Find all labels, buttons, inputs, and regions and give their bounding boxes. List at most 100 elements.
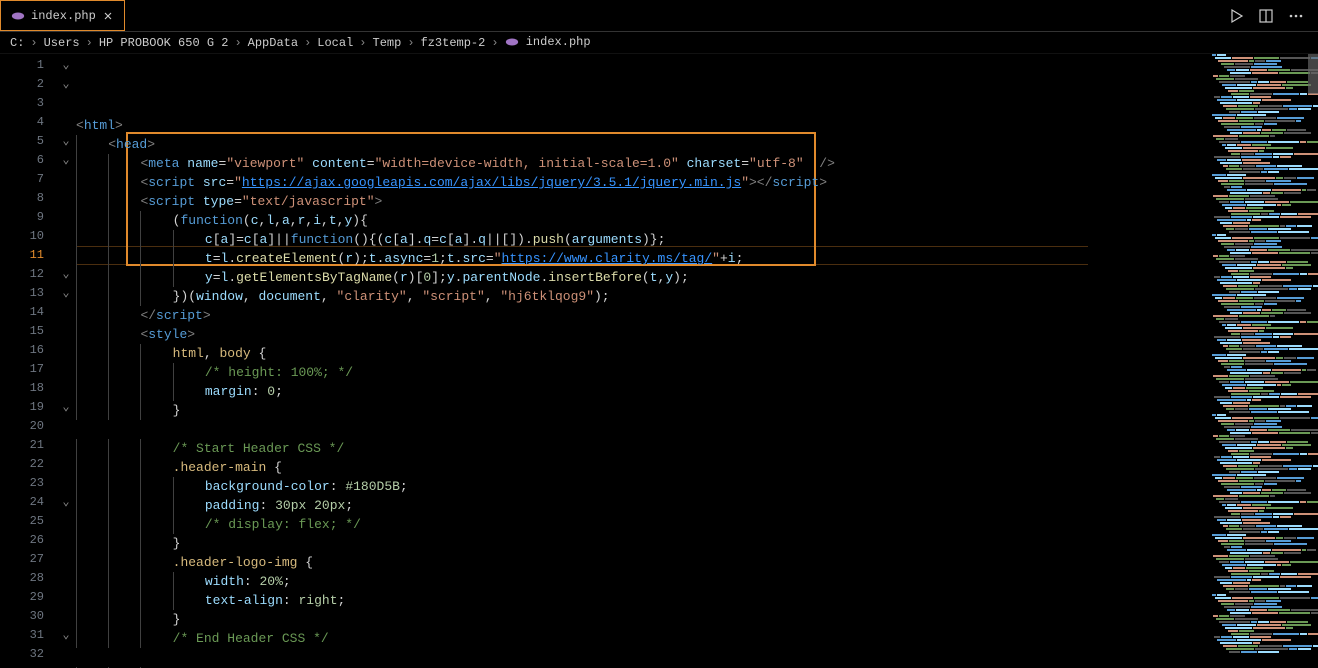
fold-toggle[interactable]: ⌄ (56, 56, 76, 75)
code-line[interactable]: <script src="https://ajax.googleapis.com… (76, 173, 1208, 192)
fold-toggle[interactable]: ⌄ (56, 626, 76, 645)
code-line[interactable]: width: 20%; (76, 572, 1208, 591)
code-line[interactable]: <style> (76, 325, 1208, 344)
line-number: 6 (0, 151, 56, 170)
line-number: 12 (0, 265, 56, 284)
fold-toggle[interactable]: ⌄ (56, 284, 76, 303)
more-actions-icon[interactable] (1288, 8, 1304, 24)
fold-toggle[interactable]: ⌄ (56, 265, 76, 284)
line-number: 23 (0, 474, 56, 493)
breadcrumb-segment[interactable]: C: (10, 36, 24, 50)
code-line[interactable]: <html> (76, 116, 1208, 135)
line-number: 29 (0, 588, 56, 607)
code-line[interactable]: } (76, 401, 1208, 420)
code-area[interactable]: <html> <head> <meta name="viewport" cont… (76, 54, 1208, 668)
code-line[interactable]: <head> (76, 135, 1208, 154)
fold-toggle[interactable]: ⌄ (56, 132, 76, 151)
line-number: 25 (0, 512, 56, 531)
tab-label: index.php (31, 9, 96, 23)
code-line[interactable]: .header-logo-img { (76, 553, 1208, 572)
fold-toggle[interactable]: ⌄ (56, 493, 76, 512)
tab-index-php[interactable]: index.php (0, 0, 125, 31)
code-line[interactable] (76, 420, 1208, 439)
line-number: 7 (0, 170, 56, 189)
line-number: 10 (0, 227, 56, 246)
fold-toggle (56, 417, 76, 436)
code-line[interactable]: <meta name="viewport" content="width=dev… (76, 154, 1208, 173)
code-line[interactable]: .header-main { (76, 458, 1208, 477)
code-line[interactable]: padding: 30px 20px; (76, 496, 1208, 515)
code-line[interactable]: } (76, 610, 1208, 629)
fold-toggle[interactable]: ⌄ (56, 398, 76, 417)
fold-toggle (56, 550, 76, 569)
code-line[interactable]: /* display: flex; */ (76, 515, 1208, 534)
code-editor[interactable]: 1234567891011121314151617181920212223242… (0, 54, 1318, 668)
fold-toggle (56, 341, 76, 360)
code-line[interactable]: background-color: #180D5B; (76, 477, 1208, 496)
fold-toggle (56, 170, 76, 189)
line-number: 3 (0, 94, 56, 113)
line-number: 19 (0, 398, 56, 417)
code-line[interactable]: c[a]=c[a]||function(){(c[a].q=c[a].q||[]… (76, 230, 1208, 249)
fold-toggle (56, 645, 76, 664)
breadcrumbs[interactable]: C: › Users › HP PROBOOK 650 G 2 › AppData › Loca… (0, 32, 1318, 54)
code-line[interactable]: text-align: right; (76, 591, 1208, 610)
fold-toggle (56, 474, 76, 493)
run-icon[interactable] (1228, 8, 1244, 24)
code-line[interactable]: margin: 0; (76, 382, 1208, 401)
line-number-gutter: 1234567891011121314151617181920212223242… (0, 54, 56, 668)
code-line[interactable] (76, 648, 1208, 667)
breadcrumb-segment[interactable]: Users (44, 36, 80, 50)
code-line[interactable]: /* Start Header CSS */ (76, 439, 1208, 458)
line-number: 13 (0, 284, 56, 303)
line-number: 16 (0, 341, 56, 360)
breadcrumb-segment[interactable]: Local (317, 36, 353, 50)
code-line[interactable]: </script> (76, 306, 1208, 325)
chevron-right-icon: › (407, 36, 414, 50)
breadcrumb-segment[interactable]: Temp (373, 36, 402, 50)
code-line[interactable]: y=l.getElementsByTagName(r)[0];y.parentN… (76, 268, 1208, 287)
fold-toggle (56, 607, 76, 626)
code-line[interactable]: /* height: 100%; */ (76, 363, 1208, 382)
chevron-right-icon: › (30, 36, 37, 50)
fold-toggle[interactable]: ⌄ (56, 75, 76, 94)
line-number: 4 (0, 113, 56, 132)
line-number: 9 (0, 208, 56, 227)
fold-toggle (56, 379, 76, 398)
code-line[interactable]: html, body { (76, 344, 1208, 363)
split-editor-icon[interactable] (1258, 8, 1274, 24)
code-line[interactable]: })(window, document, "clarity", "script"… (76, 287, 1208, 306)
chevron-right-icon: › (234, 36, 241, 50)
line-number: 30 (0, 607, 56, 626)
minimap-scrollbar[interactable] (1308, 54, 1318, 94)
line-number: 5 (0, 132, 56, 151)
breadcrumb-segment[interactable]: AppData (248, 36, 298, 50)
code-line[interactable]: } (76, 534, 1208, 553)
php-file-icon (11, 9, 25, 23)
fold-toggle[interactable]: ⌄ (56, 151, 76, 170)
breadcrumb-segment[interactable]: HP PROBOOK 650 G 2 (99, 36, 229, 50)
fold-toggle (56, 455, 76, 474)
line-number: 31 (0, 626, 56, 645)
breadcrumb-segment[interactable]: fz3temp-2 (421, 36, 486, 50)
code-line[interactable]: (function(c,l,a,r,i,t,y){ (76, 211, 1208, 230)
fold-toggle (56, 303, 76, 322)
minimap[interactable] (1208, 54, 1318, 668)
line-number: 17 (0, 360, 56, 379)
tab-bar: index.php (0, 0, 1318, 32)
code-line[interactable]: /* End Header CSS */ (76, 629, 1208, 648)
fold-toggle (56, 189, 76, 208)
line-number: 28 (0, 569, 56, 588)
line-number: 26 (0, 531, 56, 550)
close-icon[interactable] (102, 10, 114, 22)
code-line[interactable]: t=l.createElement(r);t.async=1;t.src="ht… (76, 249, 1208, 268)
line-number: 21 (0, 436, 56, 455)
code-line[interactable]: <script type="text/javascript"> (76, 192, 1208, 211)
editor-actions (1214, 0, 1318, 31)
fold-toggle (56, 512, 76, 531)
breadcrumb-segment[interactable]: index.php (505, 35, 591, 49)
fold-toggle (56, 588, 76, 607)
fold-toggle (56, 246, 76, 265)
fold-gutter[interactable]: ⌄⌄⌄⌄⌄⌄⌄⌄⌄ (56, 54, 76, 668)
chevron-right-icon: › (491, 36, 498, 50)
